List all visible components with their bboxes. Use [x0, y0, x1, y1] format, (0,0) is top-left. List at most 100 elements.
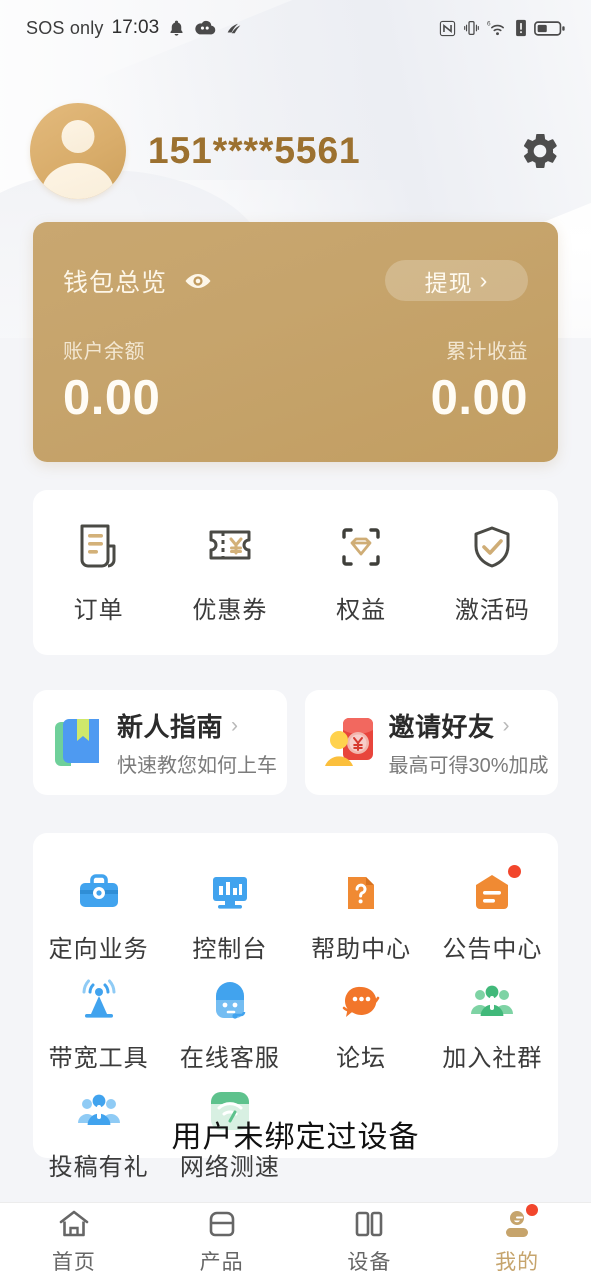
service-label: 定向业务 [48, 936, 149, 963]
toast-message: 用户未绑定过设备 [171, 1121, 420, 1154]
book-icon [55, 718, 99, 766]
chevron-right-icon: › [502, 714, 510, 737]
tab-label: 产品 [199, 1251, 244, 1274]
banner-title: 邀请好友 [388, 712, 495, 742]
chevron-right-icon: › [231, 714, 239, 737]
service-forum[interactable]: 论坛 [296, 964, 427, 1073]
quick-action-activation-code[interactable]: 激活码 [427, 518, 558, 625]
service-label: 论坛 [336, 1045, 387, 1072]
service-label: 带宽工具 [48, 1045, 149, 1072]
withdraw-button[interactable]: 提现 › [385, 260, 528, 301]
banner-text: 新人指南 › 快速教您如何上车 [117, 707, 277, 778]
bell-icon [170, 20, 183, 36]
cloud-icon [195, 20, 216, 34]
wifi6-icon: 6 [487, 21, 504, 36]
eye-icon[interactable] [183, 270, 213, 292]
service-online-support[interactable]: 在线客服 [164, 964, 295, 1073]
tab-profile[interactable]: 我的 [443, 1204, 591, 1276]
announcement-icon [468, 865, 522, 917]
status-bar-left: SOS only 17:03 [26, 17, 244, 39]
banner-subtitle: 最高可得30%加成 [388, 755, 549, 777]
bottom-navigation: 首页 产品 设备 我的 [0, 1202, 591, 1280]
diamond-scan-icon [342, 528, 380, 566]
quick-actions-card: 订单 优惠券 权益 激活码 [33, 490, 558, 655]
avatar-body [42, 163, 114, 199]
svg-text:6: 6 [487, 21, 491, 28]
gear-icon[interactable] [519, 130, 561, 172]
service-directed-business[interactable]: 定向业务 [33, 855, 164, 964]
service-label: 控制台 [192, 936, 268, 963]
person-icon [500, 1204, 539, 1241]
wallet-title: 钱包总览 [63, 268, 168, 297]
quick-action-label: 优惠券 [192, 597, 268, 624]
balance-stat: 账户余额 0.00 [63, 335, 296, 426]
swoosh-icon [227, 23, 241, 33]
balance-label: 账户余额 [63, 341, 145, 363]
question-doc-icon [337, 869, 385, 917]
tab-label: 我的 [495, 1251, 540, 1274]
banner-title: 新人指南 [117, 712, 224, 742]
service-bandwidth-tool[interactable]: 带宽工具 [33, 964, 164, 1073]
headset-support-icon [206, 978, 254, 1026]
tab-label: 首页 [51, 1251, 96, 1274]
earnings-value: 0.00 [430, 371, 528, 425]
balance-value: 0.00 [63, 371, 161, 425]
app-screen: SOS only 17:03 6 151****5561 钱包总览 提现 › 账… [0, 0, 591, 1280]
quick-action-benefits[interactable]: 权益 [296, 518, 427, 625]
coupon-yen-icon [209, 530, 251, 560]
notification-badge [526, 1204, 539, 1216]
nfc-icon [439, 20, 456, 36]
service-join-community[interactable]: 加入社群 [427, 964, 558, 1073]
tab-home[interactable]: 首页 [0, 1207, 148, 1276]
notification-badge [508, 865, 522, 878]
earnings-stat: 累计收益 0.00 [296, 335, 529, 426]
quick-action-label: 订单 [73, 597, 124, 624]
service-label: 加入社群 [442, 1045, 543, 1072]
antenna-icon [75, 978, 123, 1026]
page-title: 151****5561 [148, 130, 361, 171]
banner-row: 新人指南 › 快速教您如何上车 邀请好友 › 最高可得30%加成 [33, 690, 558, 795]
status-bar: SOS only 17:03 6 [0, 0, 591, 56]
wallet-card: 钱包总览 提现 › 账户余额 0.00 累计收益 0.00 [33, 222, 558, 462]
avatar[interactable] [30, 103, 126, 199]
banner-subtitle: 快速教您如何上车 [117, 755, 277, 777]
tab-products[interactable]: 产品 [148, 1207, 296, 1276]
carrier-label: SOS only [26, 17, 104, 38]
tab-label: 设备 [347, 1251, 392, 1274]
earnings-label: 累计收益 [446, 341, 528, 363]
home-icon [57, 1207, 91, 1241]
status-bar-right: 6 [439, 19, 565, 37]
banner-title-row: 邀请好友 › [389, 707, 549, 744]
avatar-head [61, 120, 95, 153]
monitor-chart-icon [206, 869, 254, 917]
service-label: 帮助中心 [311, 936, 412, 963]
chevron-right-icon: › [479, 267, 489, 293]
service-announcements[interactable]: 公告中心 [427, 855, 558, 964]
service-help-center[interactable]: 帮助中心 [296, 855, 427, 964]
group-green-icon [468, 978, 516, 1026]
services-row: 定向业务 控制台 帮助中心 公告中心 [33, 855, 558, 964]
services-grid-card: 定向业务 控制台 帮助中心 公告中心 带宽工具 在线客服 论坛 加入社群 投稿有… [33, 833, 558, 1181]
service-label: 公告中心 [442, 936, 543, 963]
wallet-header: 钱包总览 提现 › [63, 260, 528, 301]
tab-devices[interactable]: 设备 [296, 1207, 444, 1276]
banner-text: 邀请好友 › 最高可得30%加成 [389, 707, 549, 778]
shield-check-icon [474, 526, 510, 568]
chat-orbit-icon [337, 978, 385, 1026]
clock-label: 17:03 [111, 17, 160, 38]
banner-title-row: 新人指南 › [117, 707, 277, 744]
banner-newbie-guide[interactable]: 新人指南 › 快速教您如何上车 [33, 690, 287, 795]
quick-action-orders[interactable]: 订单 [33, 518, 164, 625]
quick-action-coupons[interactable]: 优惠券 [164, 518, 295, 625]
service-console[interactable]: 控制台 [164, 855, 295, 964]
withdraw-label: 提现 [424, 269, 473, 296]
signal-alert-icon [516, 19, 526, 37]
device-columns-icon [352, 1207, 386, 1241]
wallet-stats: 账户余额 0.00 累计收益 0.00 [63, 335, 528, 426]
battery-icon [534, 20, 565, 36]
banner-invite-friends[interactable]: 邀请好友 › 最高可得30%加成 [304, 690, 558, 795]
quick-action-label: 权益 [336, 597, 387, 624]
quick-action-label: 激活码 [454, 597, 530, 624]
briefcase-icon [75, 869, 123, 917]
invite-redpacket-icon [324, 717, 373, 766]
